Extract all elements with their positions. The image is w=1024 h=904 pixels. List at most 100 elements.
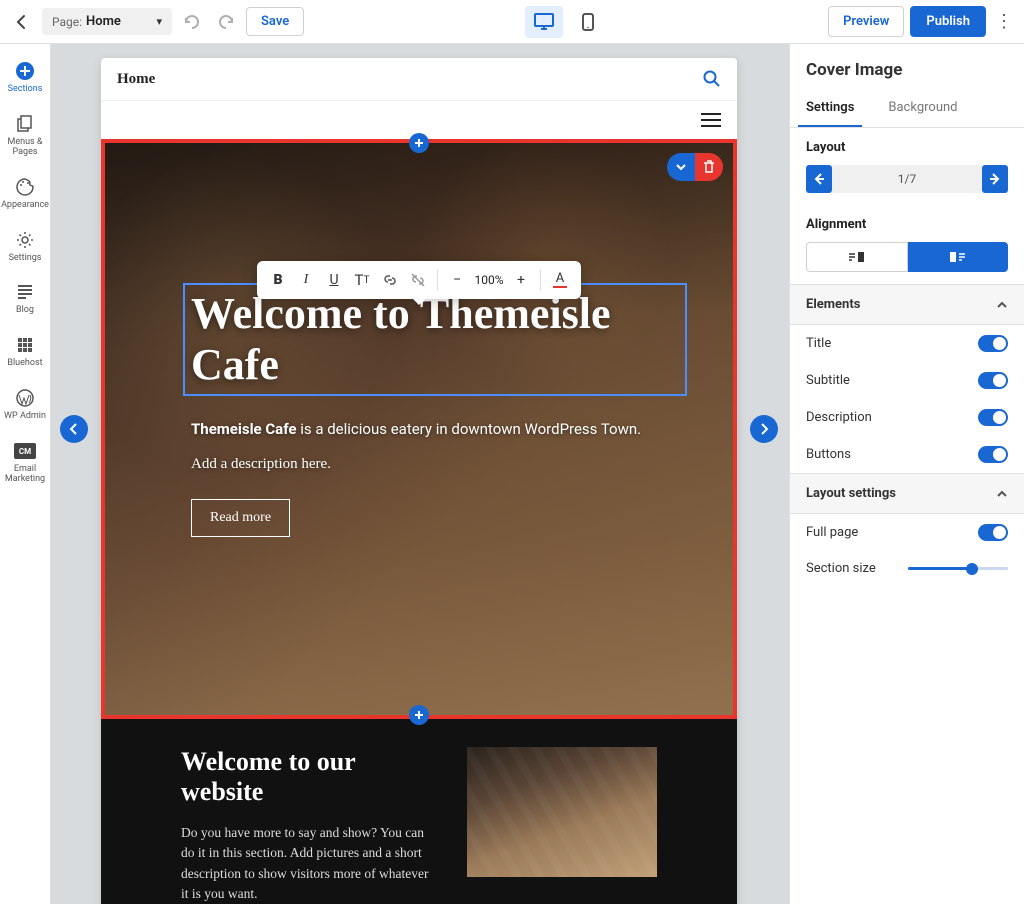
welcome-text: Welcome to our website Do you have more … xyxy=(181,747,437,904)
toggle-subtitle-switch[interactable] xyxy=(978,372,1008,389)
publish-button[interactable]: Publish xyxy=(910,6,986,37)
sidebar-item-settings[interactable]: Settings xyxy=(0,221,50,274)
elements-header[interactable]: Elements xyxy=(790,284,1024,325)
add-section-below-button[interactable] xyxy=(409,705,429,725)
palette-icon xyxy=(14,176,36,198)
section-nav-next[interactable] xyxy=(750,415,778,443)
chevron-down-icon xyxy=(675,161,687,173)
unlink-button[interactable] xyxy=(405,267,431,293)
layout-prev-button[interactable] xyxy=(806,165,832,193)
hero-description[interactable]: Add a description here. xyxy=(191,456,647,473)
canvas: Home xyxy=(51,44,789,904)
section-expand-button[interactable] xyxy=(667,153,695,181)
redo-button[interactable] xyxy=(212,8,240,36)
hero-cta-button[interactable]: Read more xyxy=(191,499,290,537)
welcome-title: Welcome to our website xyxy=(181,747,437,807)
search-icon xyxy=(703,70,721,88)
undo-button[interactable] xyxy=(178,8,206,36)
layout-section: Layout 1/7 xyxy=(790,128,1024,205)
full-page-switch[interactable] xyxy=(978,524,1008,541)
italic-button[interactable]: I xyxy=(293,267,319,293)
section-size-slider[interactable] xyxy=(908,567,1008,570)
section-delete-button[interactable] xyxy=(695,153,723,181)
wordpress-icon xyxy=(14,387,36,409)
toggle-description-label: Description xyxy=(806,410,872,425)
desktop-view-button[interactable] xyxy=(525,6,563,38)
underline-button[interactable]: U xyxy=(321,267,347,293)
welcome-section[interactable]: Welcome to our website Do you have more … xyxy=(101,719,737,904)
hero-title-editable[interactable]: Welcome to Themeisle Cafe xyxy=(183,283,687,396)
more-menu-button[interactable]: ⋮ xyxy=(992,6,1016,38)
section-controls xyxy=(667,153,723,181)
sidebar-item-menus-pages[interactable]: Menus & Pages xyxy=(0,105,50,168)
undo-icon xyxy=(183,14,201,30)
arrow-left-icon xyxy=(813,173,825,185)
bold-button[interactable]: B xyxy=(265,267,291,293)
layout-next-button[interactable] xyxy=(982,165,1008,193)
bluehost-icon xyxy=(14,334,36,356)
sidebar-item-wp-admin[interactable]: WP Admin xyxy=(0,379,50,432)
align-right-content-left[interactable] xyxy=(806,242,908,272)
sidebar-item-blog[interactable]: Blog xyxy=(0,273,50,326)
hero-subtitle[interactable]: Themeisle Cafe is a delicious eatery in … xyxy=(191,418,647,442)
text-case-button[interactable]: TT xyxy=(349,267,375,293)
toggle-title-row: Title xyxy=(790,325,1024,362)
chevron-down-icon: ▾ xyxy=(156,15,162,28)
layout-settings-header[interactable]: Layout settings xyxy=(790,473,1024,514)
full-page-row: Full page xyxy=(790,514,1024,551)
page-selector[interactable]: Page: Home ▾ xyxy=(42,8,172,35)
add-section-above-button[interactable] xyxy=(409,133,429,153)
menu-button[interactable] xyxy=(701,113,721,127)
site-search-button[interactable] xyxy=(703,70,721,88)
cover-image-section[interactable]: B I U TT − 100% + A xyxy=(101,139,737,719)
trash-icon xyxy=(703,160,715,174)
sidebar-item-sections[interactable]: Sections xyxy=(0,52,50,105)
text-color-button[interactable]: A xyxy=(547,267,573,293)
chevron-right-icon xyxy=(759,423,769,435)
hero-title: Welcome to Themeisle Cafe xyxy=(191,289,679,390)
font-decrease-button[interactable]: − xyxy=(444,267,470,293)
site-header: Home xyxy=(101,58,737,101)
align-left-content-right[interactable] xyxy=(908,242,1009,272)
page-selector-prefix: Page: xyxy=(52,15,82,29)
arrow-right-icon xyxy=(989,173,1001,185)
back-button[interactable] xyxy=(8,8,36,36)
chevron-up-icon xyxy=(996,299,1008,311)
save-button[interactable]: Save xyxy=(246,7,304,36)
panel-tabs: Settings Background xyxy=(790,92,1024,128)
welcome-body: Do you have more to say and show? You ca… xyxy=(181,823,437,904)
more-vertical-icon: ⋮ xyxy=(995,11,1013,32)
align-variant-1-icon xyxy=(848,250,866,264)
hero-subtitle-bold: Themeisle Cafe xyxy=(191,420,297,438)
toggle-title-switch[interactable] xyxy=(978,335,1008,352)
main-area: Sections Menus & Pages Appearance Settin… xyxy=(0,44,1024,904)
font-size-value: 100% xyxy=(472,273,506,287)
preview-button[interactable]: Preview xyxy=(828,6,904,37)
gear-icon xyxy=(14,229,36,251)
mobile-view-button[interactable] xyxy=(569,6,607,38)
sidebar-item-bluehost[interactable]: Bluehost xyxy=(0,326,50,379)
sidebar-item-email-marketing[interactable]: CM Email Marketing xyxy=(0,432,50,495)
alignment-label: Alignment xyxy=(806,217,1008,232)
mobile-icon xyxy=(582,13,594,31)
left-sidebar: Sections Menus & Pages Appearance Settin… xyxy=(0,44,51,904)
toggle-buttons-switch[interactable] xyxy=(978,446,1008,463)
elements-header-label: Elements xyxy=(806,297,860,312)
tab-settings[interactable]: Settings xyxy=(798,92,862,127)
tab-background[interactable]: Background xyxy=(880,92,965,127)
font-increase-button[interactable]: + xyxy=(508,267,534,293)
link-icon xyxy=(382,272,398,288)
top-toolbar: Page: Home ▾ Save Preview Publish ⋮ xyxy=(0,0,1024,44)
chevron-left-icon xyxy=(69,423,79,435)
toggle-subtitle-row: Subtitle xyxy=(790,362,1024,399)
slider-thumb[interactable] xyxy=(966,563,978,575)
alignment-section: Alignment xyxy=(790,205,1024,284)
welcome-image[interactable] xyxy=(467,747,657,877)
plus-circle-icon xyxy=(14,60,36,82)
redo-icon xyxy=(217,14,235,30)
link-button[interactable] xyxy=(377,267,403,293)
section-nav-prev[interactable] xyxy=(60,415,88,443)
sidebar-item-appearance[interactable]: Appearance xyxy=(0,168,50,221)
unlink-icon xyxy=(410,272,426,288)
toggle-description-switch[interactable] xyxy=(978,409,1008,426)
